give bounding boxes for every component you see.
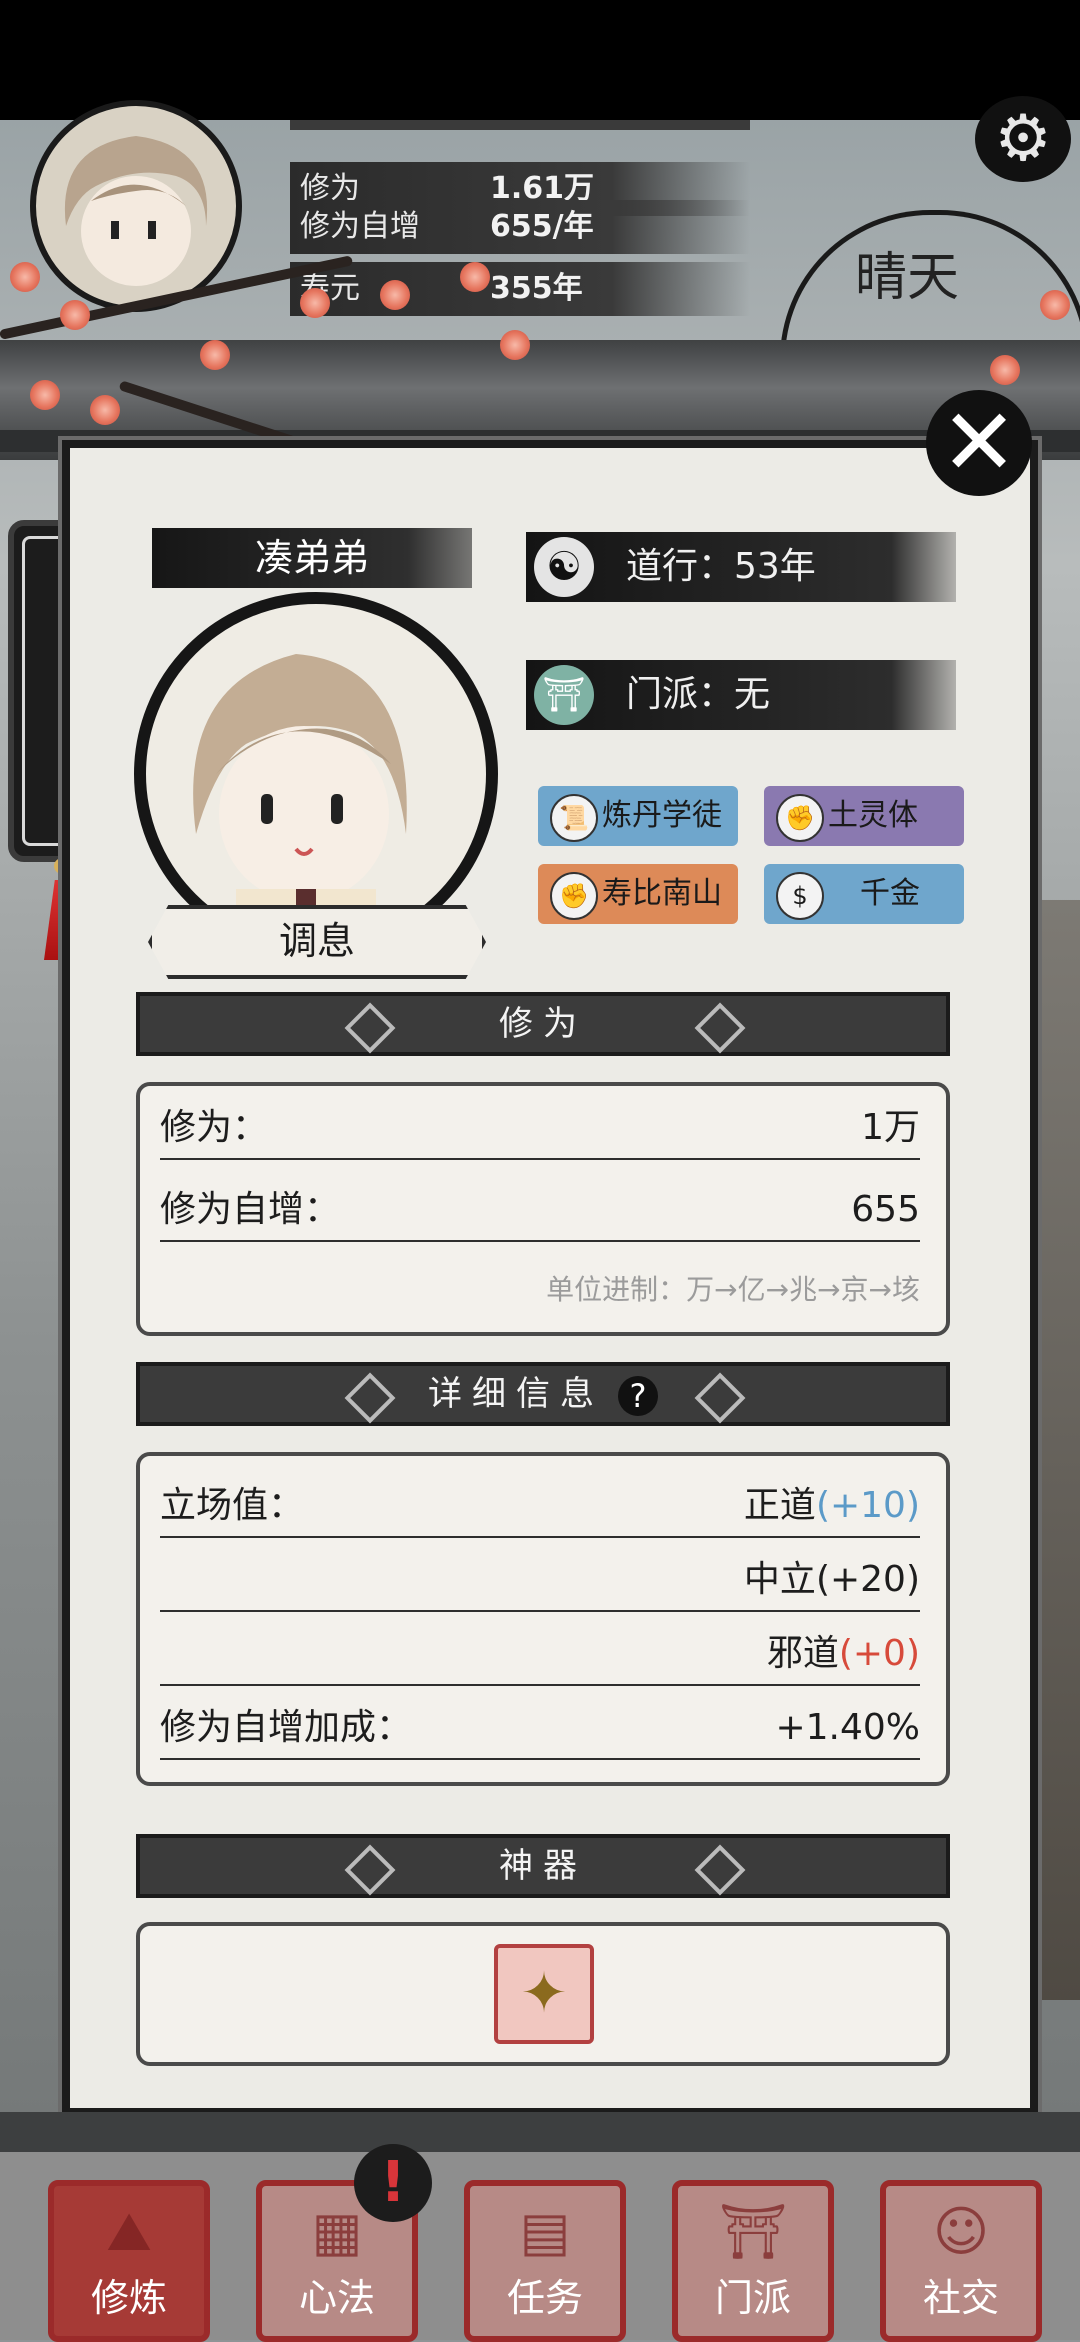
unit-hint: 单位进制：万→亿→兆→京→垓 — [546, 1273, 920, 1306]
sect-gate-icon: ⛩ — [718, 2200, 788, 2263]
settings-gear-icon[interactable]: ⚙ — [975, 96, 1071, 182]
character-name: 凑弟弟 — [152, 528, 472, 588]
help-icon[interactable]: ? — [618, 1375, 658, 1416]
tag-earth-body[interactable]: ✊ 土灵体 — [764, 786, 964, 846]
stance-row-neutral: 中立(+20) — [160, 1550, 920, 1612]
stat-row-cultivation: 修为： 1万 — [160, 1098, 920, 1160]
blossom-icon — [60, 300, 90, 330]
blossom-icon — [10, 262, 40, 292]
alert-icon[interactable]: ! — [354, 2144, 432, 2222]
blossom-icon — [380, 280, 410, 310]
section-header-artifacts: 神器 — [136, 1834, 950, 1898]
blossom-icon — [300, 288, 330, 318]
diamond-ornament-icon — [344, 1372, 396, 1424]
stance-row-righteous: 立场值： 正道(+10) — [160, 1476, 920, 1538]
blossom-icon — [200, 340, 230, 370]
diamond-ornament-icon — [694, 1002, 746, 1054]
hud-top-strip — [290, 120, 750, 130]
tag-alchemy-apprentice[interactable]: 📜 炼丹学徒 — [538, 786, 738, 846]
character-portrait — [134, 592, 498, 956]
diamond-ornament-icon — [694, 1372, 746, 1424]
nav-quests[interactable]: ▤ 任务 — [464, 2180, 626, 2342]
blossom-icon — [990, 355, 1020, 385]
blossom-icon — [90, 395, 120, 425]
fist-icon: ✊ — [550, 872, 598, 920]
fist-icon: ✊ — [776, 794, 824, 842]
section-header-cultivation: 修为 — [136, 992, 950, 1056]
details-card: 立场值： 正道(+10) 中立(+20) 邪道(+0) 修为自增加成： +1.4… — [136, 1452, 950, 1786]
diamond-ornament-icon — [694, 1844, 746, 1896]
stance-row-evil: 邪道(+0) — [160, 1624, 920, 1686]
bottom-frame — [0, 2112, 1080, 2152]
blossom-icon — [30, 380, 60, 410]
status-button[interactable]: 调息 — [148, 905, 486, 979]
diamond-ornament-icon — [344, 1002, 396, 1054]
nav-cultivate[interactable]: ⛰ 修炼 — [48, 2180, 210, 2342]
yin-yang-icon: ☯ — [534, 537, 594, 597]
sect-gate-icon: ⛩ — [534, 665, 594, 725]
sect-text: 门派：无 — [626, 674, 771, 715]
money-bag-icon: $ — [776, 872, 824, 920]
hud-row-cultivation-rate: 修为自增 655/年 — [290, 200, 750, 254]
people-icon: ☺ — [932, 2200, 990, 2263]
blossom-icon — [500, 330, 530, 360]
portrait-face-icon — [193, 654, 407, 929]
dao-text: 道行：53年 — [626, 546, 816, 587]
close-icon[interactable]: ✕ — [926, 390, 1032, 496]
stat-row-cultivation-rate: 修为自增： 655 — [160, 1180, 920, 1242]
section-header-details: 详细信息? — [136, 1362, 950, 1426]
dao-bar: ☯ 道行：53年 — [526, 532, 956, 602]
diamond-ornament-icon — [344, 1844, 396, 1896]
blossom-icon — [1040, 290, 1070, 320]
dragon-claw-icon[interactable]: ✦ — [494, 1944, 594, 2044]
scroll-icon: 📜 — [550, 794, 598, 842]
nav-social[interactable]: ☺ 社交 — [880, 2180, 1042, 2342]
hud-avatar[interactable] — [30, 100, 242, 312]
scroll-icon: ▤ — [519, 2200, 571, 2263]
avatar-face-icon — [64, 136, 208, 286]
blossom-icon — [460, 262, 490, 292]
sect-bar: ⛩ 门派：无 — [526, 660, 956, 730]
tag-longevity[interactable]: ✊ 寿比南山 — [538, 864, 738, 924]
status-bar — [0, 0, 1080, 120]
nav-sect[interactable]: ⛩ 门派 — [672, 2180, 834, 2342]
tag-wealth[interactable]: $ 千金 — [764, 864, 964, 924]
cultivation-card: 修为： 1万 修为自增： 655 单位进制：万→亿→兆→京→垓 — [136, 1082, 950, 1336]
stat-row-bonus: 修为自增加成： +1.40% — [160, 1698, 920, 1760]
hud-row-lifespan: 寿元 355年 — [290, 262, 750, 316]
mountain-icon: ⛰ — [106, 2200, 152, 2263]
